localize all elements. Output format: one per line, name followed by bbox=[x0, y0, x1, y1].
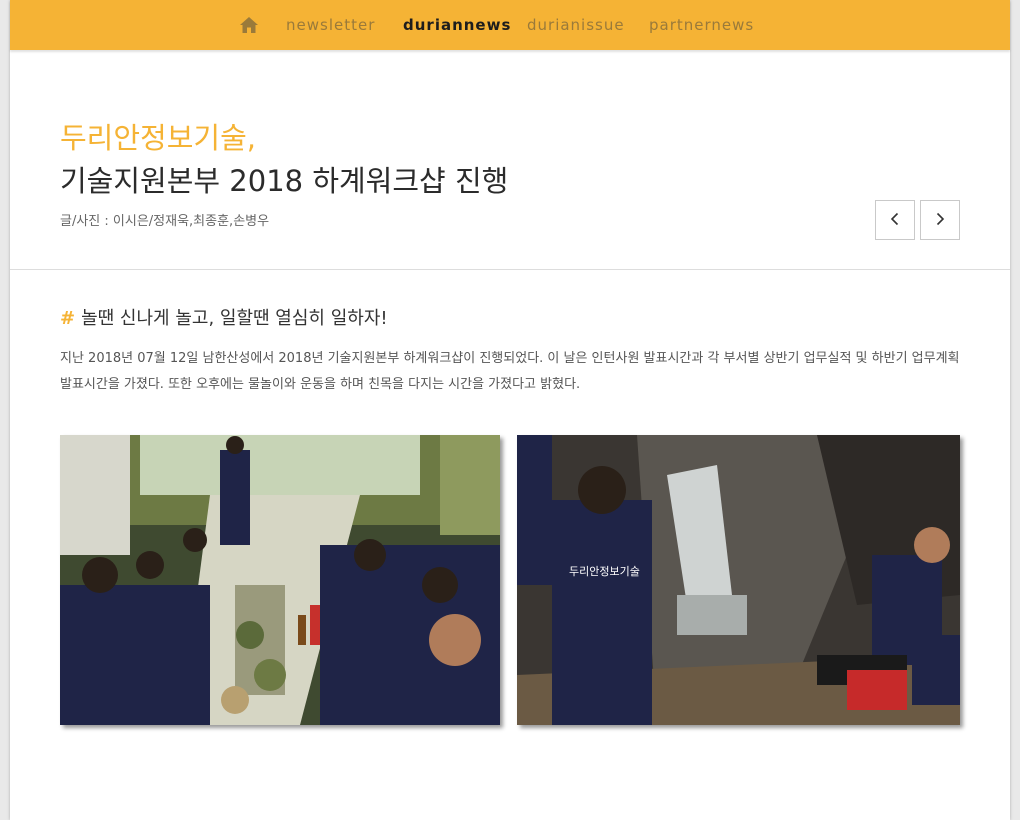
headline-line-2: 기술지원본부 2018 하계워크샵 진행 bbox=[60, 164, 509, 198]
chevron-left-icon bbox=[888, 211, 902, 230]
byline: 글/사진 : 이시은/정재욱,최종훈,손병우 bbox=[60, 214, 270, 229]
home-icon[interactable] bbox=[239, 15, 259, 35]
photo-group-meal bbox=[60, 435, 500, 725]
top-navigation: newsletter duriannews durianissue partne… bbox=[10, 0, 1010, 50]
nav-item-durianissue[interactable]: durianissue bbox=[527, 16, 625, 34]
section-title-text: 놀땐 신나게 놀고, 일할땐 열심히 일하자! bbox=[81, 308, 388, 329]
nav-item-duriannews[interactable]: duriannews bbox=[403, 16, 511, 34]
photo-shirt-text: 두리안정보기술 bbox=[569, 565, 640, 578]
page: newsletter duriannews durianissue partne… bbox=[10, 0, 1010, 820]
headline-line-1: 두리안정보기술, bbox=[60, 121, 256, 155]
chevron-right-icon bbox=[933, 211, 947, 230]
next-article-button[interactable] bbox=[920, 200, 960, 240]
nav-item-partnernews[interactable]: partnernews bbox=[649, 16, 754, 34]
nav-item-newsletter[interactable]: newsletter bbox=[286, 16, 375, 34]
section-title: # 놀땐 신나게 놀고, 일할땐 열심히 일하자! bbox=[60, 304, 388, 330]
photo-waterfall: 두리안정보기술 bbox=[517, 435, 960, 725]
section-hash: # bbox=[60, 308, 76, 329]
header-divider bbox=[10, 269, 1010, 270]
prev-article-button[interactable] bbox=[875, 200, 915, 240]
article-body: 지난 2018년 07월 12일 남한산성에서 2018년 기술지원본부 하계워… bbox=[60, 351, 960, 392]
